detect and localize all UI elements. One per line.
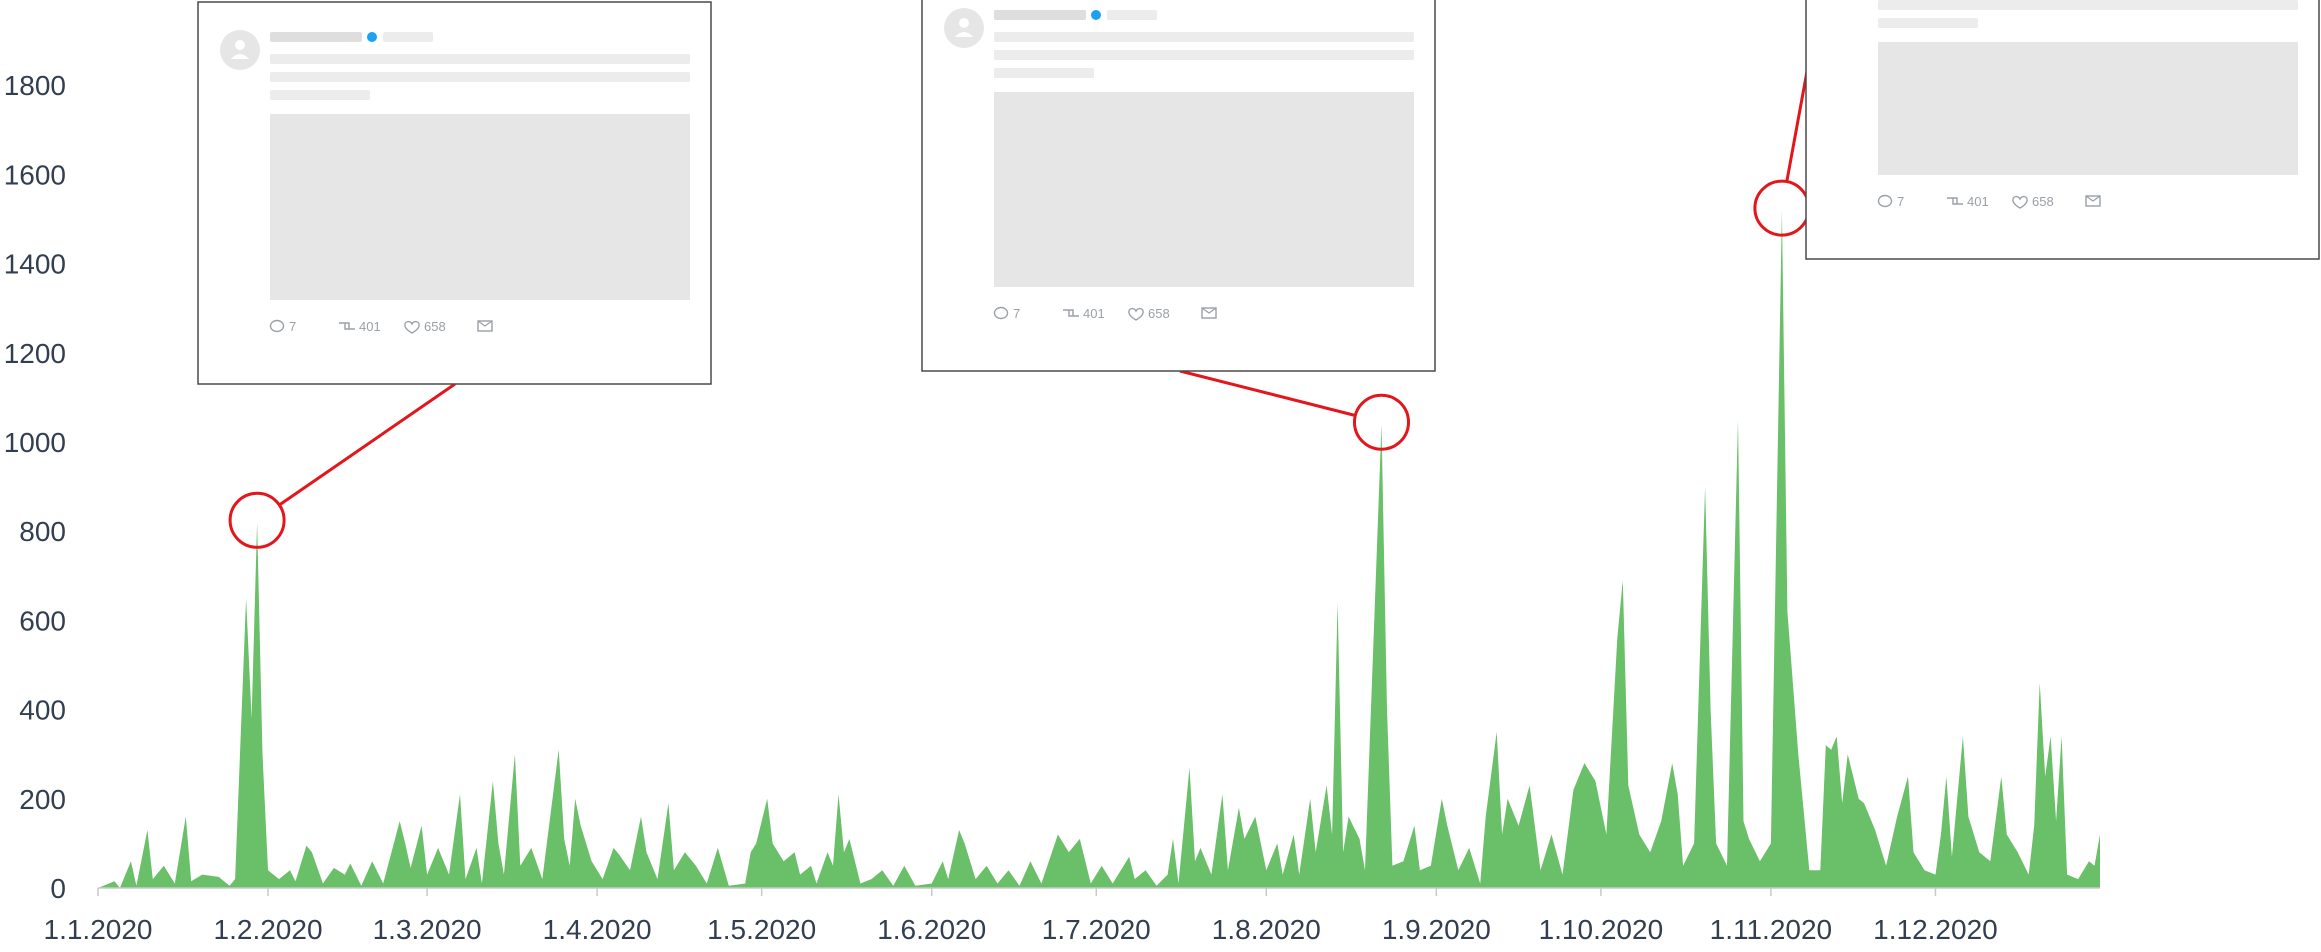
text-line-placeholder [270, 54, 690, 64]
text-line-placeholder [994, 68, 1094, 78]
x-tick-label: 1.3.2020 [373, 914, 482, 945]
avatar-head-icon [959, 18, 969, 28]
y-tick-label: 1600 [4, 159, 66, 190]
y-tick-label: 600 [19, 605, 66, 636]
callout-line [1785, 65, 1810, 182]
tweet-card: 7 401 658 [197, 1, 712, 385]
retweet-count: 401 [359, 319, 381, 334]
x-tick-label: 1.11.2020 [1710, 914, 1833, 945]
handle-placeholder [383, 32, 433, 42]
reply-count: 7 [1013, 306, 1020, 321]
y-tick-label: 1000 [4, 427, 66, 458]
retweet-count: 401 [1967, 194, 1989, 209]
x-tick-label: 1.5.2020 [707, 914, 816, 945]
x-tick-label: 1.10.2020 [1539, 914, 1664, 945]
x-tick-label: 1.12.2020 [1873, 914, 1998, 945]
y-tick-label: 0 [50, 873, 66, 904]
x-tick-label: 1.9.2020 [1382, 914, 1491, 945]
x-tick-label: 1.7.2020 [1042, 914, 1151, 945]
text-line-placeholder [994, 32, 1414, 42]
y-tick-label: 1800 [4, 70, 66, 101]
y-tick-label: 1200 [4, 338, 66, 369]
x-tick-label: 1.6.2020 [877, 914, 986, 945]
text-line-placeholder [994, 50, 1414, 60]
y-tick-label: 1400 [4, 249, 66, 280]
card-layer: 7 401 658 7 401 658 7 401 658 [197, 0, 2320, 385]
name-placeholder [270, 32, 362, 42]
retweet-count: 401 [1083, 306, 1105, 321]
like-count: 658 [424, 319, 446, 334]
area-chart: 0 200 400 600 800 1000 1200 1400 1600 1800 1.1.202… [4, 0, 2320, 945]
x-tick-label: 1.2.2020 [214, 914, 323, 945]
handle-placeholder [1107, 10, 1157, 20]
media-placeholder [270, 114, 690, 300]
callout-line [1179, 369, 1356, 417]
avatar-head-icon [235, 40, 245, 50]
name-placeholder [994, 10, 1086, 20]
media-placeholder [994, 92, 1414, 287]
text-line-placeholder [1878, 18, 1978, 28]
text-line-placeholder [270, 90, 370, 100]
chart-root: 0 200 400 600 800 1000 1200 1400 1600 1800 1.1.202… [0, 0, 2321, 947]
reply-count: 7 [289, 319, 296, 334]
y-tick-label: 200 [19, 784, 66, 815]
verified-badge-icon [1091, 10, 1101, 20]
tweet-card: 7 401 658 [1805, 0, 2320, 260]
text-line-placeholder [1878, 0, 2298, 10]
x-tick-label: 1.4.2020 [543, 914, 652, 945]
callout-line [278, 382, 456, 507]
verified-badge-icon [367, 32, 377, 42]
tweet-card: 7 401 658 [921, 0, 1436, 372]
like-count: 658 [2032, 194, 2054, 209]
x-tick-label: 1.8.2020 [1212, 914, 1321, 945]
y-tick-label: 400 [19, 695, 66, 726]
y-tick-label: 800 [19, 516, 66, 547]
reply-count: 7 [1897, 194, 1904, 209]
media-placeholder [1878, 42, 2298, 175]
like-count: 658 [1148, 306, 1170, 321]
text-line-placeholder [270, 72, 690, 82]
x-tick-label: 1.1.2020 [44, 914, 153, 945]
